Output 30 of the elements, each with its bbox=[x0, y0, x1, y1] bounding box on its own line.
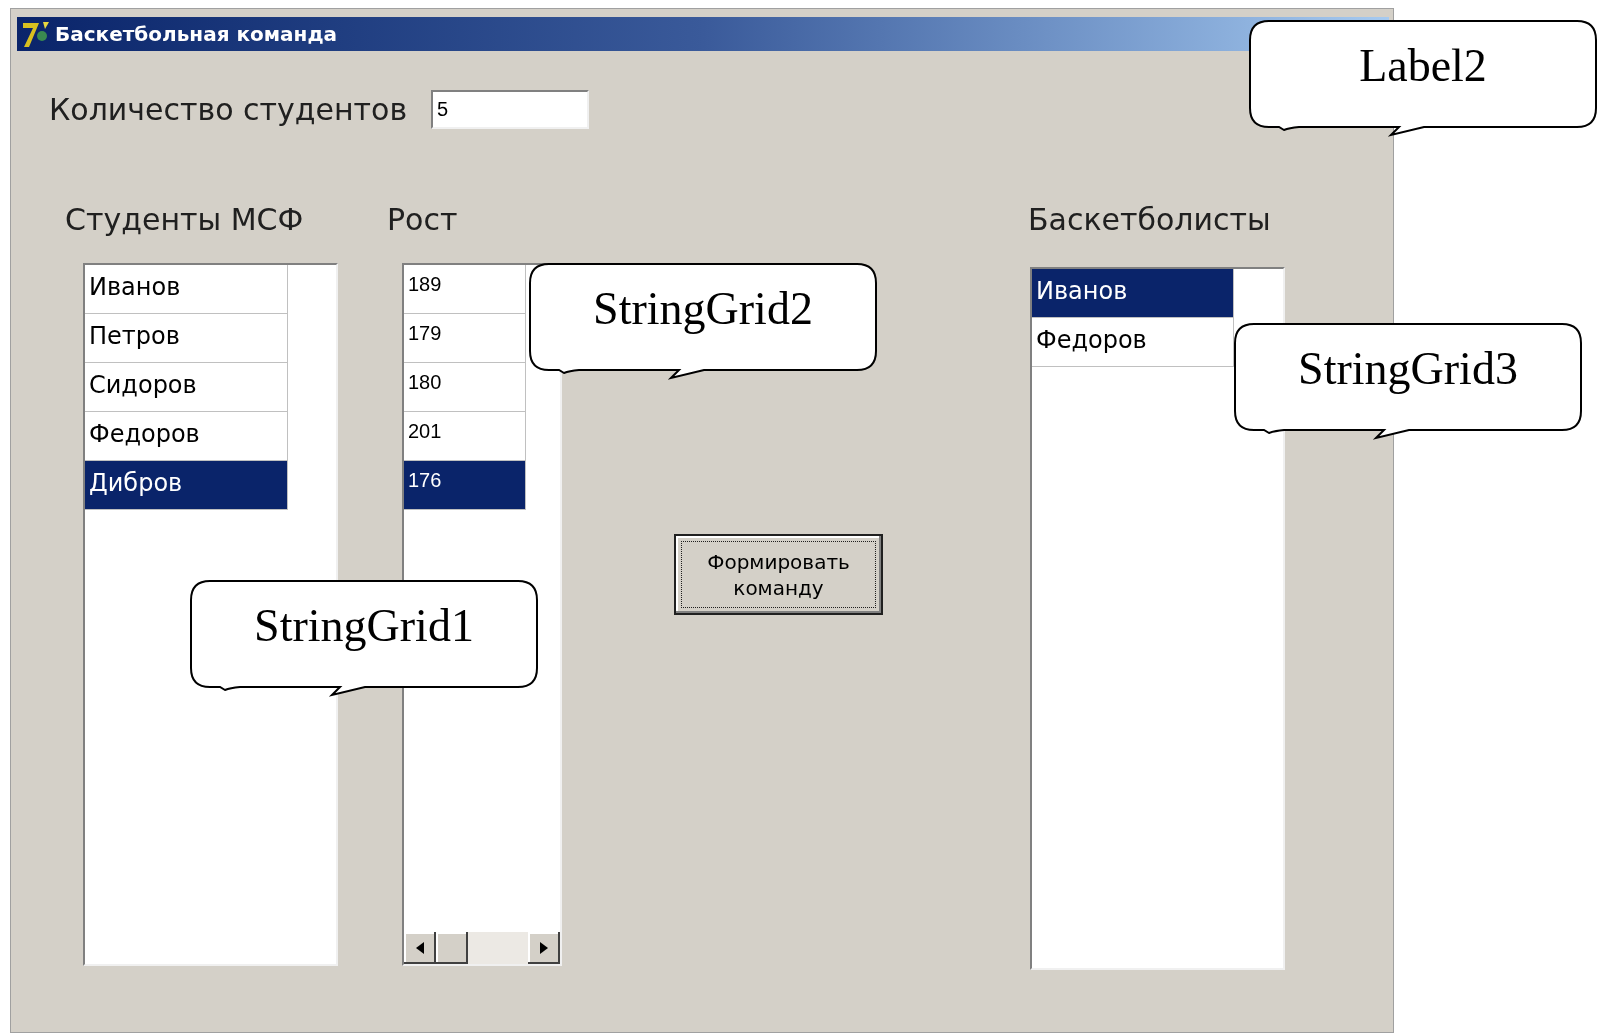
scroll-left-button[interactable] bbox=[404, 932, 436, 964]
grid-cell[interactable]: 179 bbox=[404, 314, 526, 363]
right-arrow-icon bbox=[540, 942, 548, 954]
grid-cell[interactable]: Федоров bbox=[1032, 318, 1234, 367]
scroll-thumb[interactable] bbox=[436, 932, 468, 964]
count-label: Количество студентов bbox=[49, 91, 408, 129]
grid-cell[interactable]: 189 bbox=[404, 265, 526, 314]
horizontal-scrollbar[interactable] bbox=[404, 932, 560, 964]
grid-cell[interactable]: Сидоров bbox=[85, 363, 288, 412]
app-icon bbox=[21, 19, 51, 49]
column-label: Студенты МСФ bbox=[65, 201, 304, 239]
grid-cell[interactable]: Иванов bbox=[85, 265, 288, 314]
column-label: Рост bbox=[387, 201, 458, 239]
window-title: Баскетбольная команда bbox=[55, 21, 338, 48]
grid-cell[interactable]: 201 bbox=[404, 412, 526, 461]
grid-cell[interactable]: Федоров bbox=[85, 412, 288, 461]
callout-text: StringGrid3 bbox=[1297, 342, 1519, 396]
grid-cell[interactable]: Дибров bbox=[85, 461, 288, 510]
column-label: Баскетболисты bbox=[1028, 201, 1271, 239]
grid-cell[interactable]: Петров bbox=[85, 314, 288, 363]
callout-text: StringGrid1 bbox=[253, 599, 475, 653]
grid-cell[interactable]: 176 bbox=[404, 461, 526, 510]
grid-cell[interactable]: Иванов bbox=[1032, 269, 1234, 318]
form-team-button[interactable]: Формировать команду bbox=[674, 534, 883, 615]
callout-text: StringGrid2 bbox=[592, 282, 814, 336]
callout-text: Label2 bbox=[1358, 39, 1488, 93]
scroll-right-button[interactable] bbox=[528, 932, 560, 964]
count-field[interactable]: 5 bbox=[431, 90, 589, 129]
grid-cell[interactable]: 180 bbox=[404, 363, 526, 412]
left-arrow-icon bbox=[416, 942, 424, 954]
